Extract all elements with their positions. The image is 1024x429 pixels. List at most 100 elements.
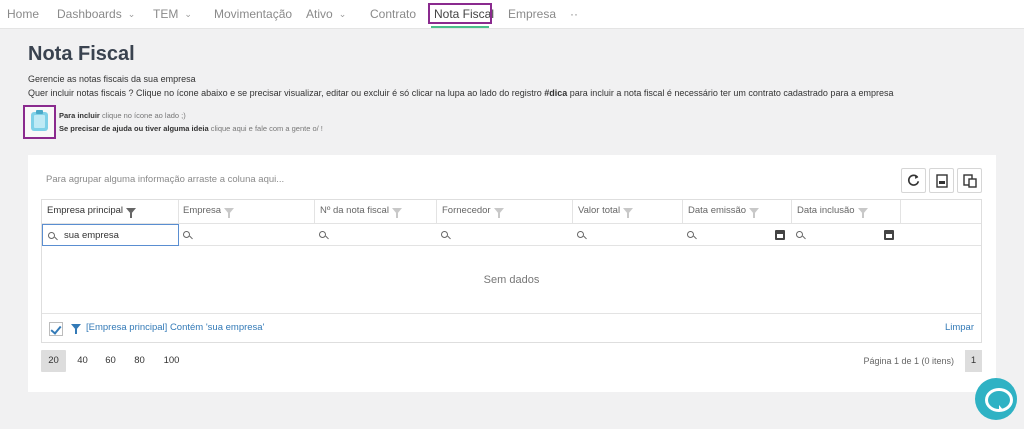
column-header-empresa[interactable]: Empresa [183,200,235,224]
filter-empresa-principal-input[interactable]: sua empresa [42,224,179,246]
nav-item-contrato[interactable]: Contrato [370,0,416,29]
page-description: Quer incluir notas fiscais ? Clique no í… [28,88,893,98]
filter-icon[interactable] [749,208,760,218]
page-size-60[interactable]: 60 [98,350,123,372]
search-icon [319,231,326,238]
description-tag: #dica [544,88,568,98]
column-label: Data emissão [688,205,747,216]
filter-icon[interactable] [391,208,402,218]
column-label: Nº da nota fiscal [320,205,389,216]
filter-enabled-checkbox[interactable] [49,322,63,336]
clipboard-icon [31,110,48,131]
nav-item-ativo[interactable]: Ativo ⌄ [306,0,346,29]
help-include-text: Para incluir clique no ícone ao lado ;) [59,111,186,120]
column-label: Fornecedor [442,205,491,216]
nav-label: ·· [570,7,578,21]
page-info: Página 1 de 1 (0 itens) [863,356,954,366]
filter-data-inclusao-input[interactable] [791,224,900,246]
page-size-40[interactable]: 40 [70,350,95,372]
column-header-fornecedor[interactable]: Fornecedor [442,200,504,224]
page-size-80[interactable]: 80 [127,350,152,372]
filter-empresa-input[interactable] [178,224,315,246]
nav-more-button[interactable]: ·· [570,0,578,29]
filter-fornecedor-input[interactable] [436,224,572,246]
column-header-valor-total[interactable]: Valor total [578,200,634,224]
grid-header-row: Empresa principal Empresa Nº da nota fis… [42,200,981,224]
column-header-numero-nota[interactable]: Nº da nota fiscal [320,200,402,224]
filter-summary-bar: [Empresa principal] Contém 'sua empresa'… [42,313,981,342]
calendar-icon[interactable] [884,230,894,240]
nav-active-underline [431,26,489,28]
calendar-icon[interactable] [775,230,785,240]
help-bold: Se precisar de ajuda ou tiver alguma ide… [59,124,209,133]
column-header-data-inclusao[interactable]: Data inclusão [797,200,868,224]
chat-support-button[interactable] [975,378,1017,420]
empty-message: Sem dados [483,274,540,286]
filter-numero-nota-input[interactable] [314,224,436,246]
page-size-20[interactable]: 20 [41,350,66,372]
nav-item-home[interactable]: Home [7,0,39,29]
nav-label: Contrato [370,7,417,21]
help-rest: clique aqui e fale com a gente o/ ! [208,124,323,133]
filter-valor-total-input[interactable] [572,224,682,246]
nav-item-movimentacao[interactable]: Movimentação [214,0,292,29]
refresh-icon [907,174,920,186]
group-panel-hint[interactable]: Para agrupar alguma informação arraste a… [46,174,284,185]
column-header-empresa-principal[interactable]: Empresa principal [47,200,137,224]
search-icon [183,231,190,238]
nav-label: TEM [153,7,179,21]
nav-item-dashboards[interactable]: Dashboards ⌄ [57,0,135,29]
nav-label: Movimentação [214,7,293,21]
nav-label: Empresa [508,7,557,21]
pdf-export-button[interactable] [929,168,954,193]
nav-item-tem[interactable]: TEM ⌄ [153,0,192,29]
help-contact-link[interactable]: Se precisar de ajuda ou tiver alguma ide… [59,124,323,133]
page-subtitle: Gerencie as notas fiscais da sua empresa [28,74,196,84]
page-title: Nota Fiscal [28,43,135,65]
description-text: para incluir a nota fiscal é necessário … [567,88,894,98]
search-icon [577,231,584,238]
column-divider [791,200,792,224]
filter-icon[interactable] [623,208,634,218]
nav-label: Dashboards [57,7,122,21]
grid-panel: Para agrupar alguma informação arraste a… [28,155,996,392]
filter-icon [71,324,81,334]
help-bold: Para incluir [59,111,100,120]
page-button-1[interactable]: 1 [965,350,982,372]
help-rest: clique no ícone ao lado ;) [99,111,186,120]
nav-active-highlight [428,3,492,24]
nav-item-empresa[interactable]: Empresa [508,0,556,29]
chevron-down-icon: ⌄ [184,9,192,19]
filter-icon[interactable] [126,208,137,218]
chevron-down-icon: ⌄ [338,9,347,19]
filter-value: sua empresa [64,230,119,241]
search-icon [48,232,55,239]
filter-icon[interactable] [493,208,504,218]
refresh-button[interactable] [901,168,926,193]
filter-data-emissao-input[interactable] [682,224,791,246]
page-size-100[interactable]: 100 [155,350,188,372]
excel-export-button[interactable] [957,168,982,193]
column-divider [682,200,683,224]
pager: 20 40 60 80 100 Página 1 de 1 (0 itens) … [41,350,982,372]
column-label: Valor total [578,205,621,216]
nav-label: Ativo [306,7,333,21]
clear-filter-link[interactable]: Limpar [945,322,974,333]
column-label: Empresa principal [47,205,124,216]
search-icon [441,231,448,238]
description-text: Quer incluir notas fiscais ? Clique no í… [28,88,545,98]
data-grid: Empresa principal Empresa Nº da nota fis… [41,199,982,343]
column-label: Empresa [183,205,222,216]
add-nota-fiscal-button[interactable] [23,105,56,139]
grid-filter-row: sua empresa [42,224,981,246]
column-label: Data inclusão [797,205,855,216]
pdf-export-icon [935,174,948,188]
chevron-down-icon: ⌄ [127,9,136,19]
filter-summary-text[interactable]: [Empresa principal] Contém 'sua empresa' [86,322,264,333]
search-icon [796,231,803,238]
filter-icon[interactable] [224,208,235,218]
column-header-data-emissao[interactable]: Data emissão [688,200,760,224]
column-divider [572,200,573,224]
filter-icon[interactable] [857,208,868,218]
column-divider [178,200,179,224]
